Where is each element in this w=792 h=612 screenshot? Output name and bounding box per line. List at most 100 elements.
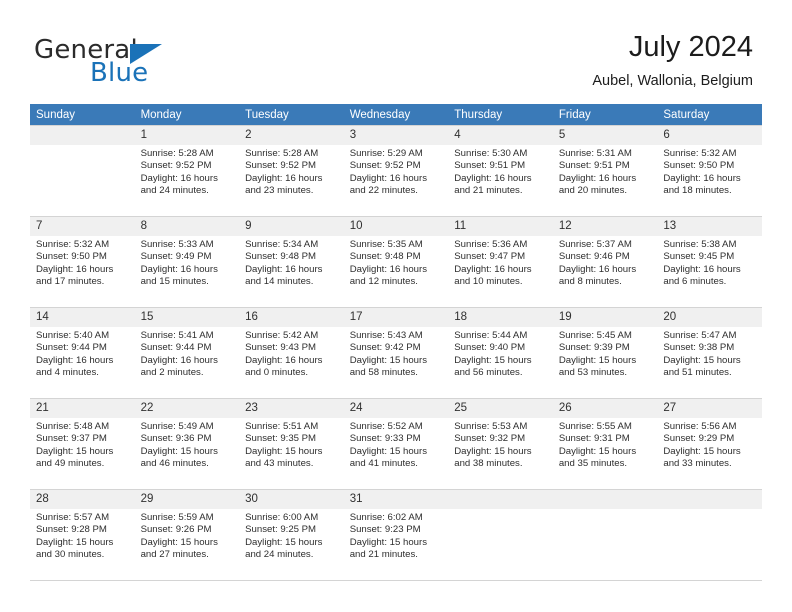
daylight-text-line2: and 58 minutes. [349, 367, 418, 379]
day-cell[interactable]: Sunrise: 6:02 AM Sunset: 9:23 PM Dayligh… [344, 509, 449, 580]
sunrise-text: Sunrise: 5:43 AM [349, 330, 423, 341]
day-number: 18 [454, 311, 468, 323]
general-blue-logo[interactable]: General Blue [34, 35, 264, 93]
daylight-text-line1: Daylight: 16 hours [140, 263, 218, 275]
sunrise-text: Sunrise: 5:32 AM [663, 148, 737, 159]
day-cell[interactable]: Sunrise: 5:51 AM Sunset: 9:35 PM Dayligh… [239, 418, 344, 489]
sunset-text: Sunset: 9:49 PM [140, 251, 212, 263]
day-cell[interactable]: Sunrise: 5:59 AM Sunset: 9:26 PM Dayligh… [135, 509, 240, 580]
day-cell[interactable]: Sunrise: 5:56 AM Sunset: 9:29 PM Dayligh… [657, 418, 762, 489]
sunset-text: Sunset: 9:29 PM [663, 433, 735, 445]
weekday-header-tuesday: Tuesday [245, 109, 289, 121]
day-cell[interactable]: Sunrise: 5:38 AM Sunset: 9:45 PM Dayligh… [657, 236, 762, 307]
day-cell[interactable]: Sunrise: 5:48 AM Sunset: 9:37 PM Dayligh… [30, 418, 135, 489]
sunset-text: Sunset: 9:35 PM [245, 433, 317, 445]
day-cell[interactable] [30, 145, 135, 216]
weekday-header-row: Sunday Monday Tuesday Wednesday Thursday… [30, 104, 762, 126]
daylight-text-line2: and 15 minutes. [140, 276, 209, 288]
day-cell[interactable] [553, 509, 658, 580]
day-cell[interactable]: Sunrise: 5:53 AM Sunset: 9:32 PM Dayligh… [448, 418, 553, 489]
daylight-text-line2: and 12 minutes. [349, 276, 418, 288]
day-cell[interactable]: Sunrise: 5:32 AM Sunset: 9:50 PM Dayligh… [30, 236, 135, 307]
daylight-text-line1: Daylight: 15 hours [36, 445, 114, 457]
sunset-text: Sunset: 9:45 PM [663, 251, 735, 263]
day-number-row: 28 29 30 31 [30, 490, 762, 509]
daylight-text-line1: Daylight: 15 hours [558, 445, 637, 457]
daylight-text-line1: Daylight: 15 hours [663, 445, 741, 457]
day-cell[interactable]: Sunrise: 5:28 AM Sunset: 9:52 PM Dayligh… [135, 145, 240, 216]
sunrise-text: Sunrise: 5:28 AM [245, 148, 319, 159]
daylight-text-line1: Daylight: 15 hours [245, 445, 323, 457]
day-cell[interactable]: Sunrise: 5:55 AM Sunset: 9:31 PM Dayligh… [553, 418, 658, 489]
daylight-text-line1: Daylight: 16 hours [36, 263, 114, 275]
day-cell[interactable]: Sunrise: 5:52 AM Sunset: 9:33 PM Dayligh… [344, 418, 449, 489]
daylight-text-line2: and 33 minutes. [663, 458, 732, 470]
sunrise-text: Sunrise: 5:40 AM [36, 330, 110, 341]
day-number: 16 [245, 311, 258, 323]
day-number: 19 [558, 311, 572, 323]
day-cell[interactable]: Sunrise: 5:35 AM Sunset: 9:48 PM Dayligh… [344, 236, 449, 307]
daylight-text-line2: and 14 minutes. [245, 276, 314, 288]
daylight-text-line2: and 53 minutes. [558, 367, 628, 379]
sunset-text: Sunset: 9:26 PM [140, 524, 212, 536]
day-cell[interactable]: Sunrise: 5:36 AM Sunset: 9:47 PM Dayligh… [448, 236, 553, 307]
daylight-text-line2: and 8 minutes. [558, 276, 622, 288]
day-cell[interactable]: Sunrise: 5:43 AM Sunset: 9:42 PM Dayligh… [344, 327, 449, 398]
sunrise-text: Sunrise: 5:44 AM [454, 330, 528, 341]
daylight-text-line1: Daylight: 16 hours [245, 172, 323, 184]
day-number-row: 14 15 16 17 18 19 20 [30, 308, 762, 327]
day-cell[interactable]: Sunrise: 5:37 AM Sunset: 9:46 PM Dayligh… [553, 236, 658, 307]
daylight-text-line2: and 46 minutes. [140, 458, 209, 470]
day-number: 12 [558, 220, 572, 232]
day-cell[interactable] [448, 509, 553, 580]
day-cell[interactable]: Sunrise: 5:57 AM Sunset: 9:28 PM Dayligh… [30, 509, 135, 580]
sunset-text: Sunset: 9:37 PM [36, 433, 107, 445]
daylight-text-line2: and 6 minutes. [663, 276, 727, 288]
daylight-text-line1: Daylight: 15 hours [454, 445, 532, 457]
sunset-text: Sunset: 9:33 PM [349, 433, 421, 445]
day-cell[interactable]: Sunrise: 5:45 AM Sunset: 9:39 PM Dayligh… [553, 327, 658, 398]
day-cell[interactable]: Sunrise: 5:40 AM Sunset: 9:44 PM Dayligh… [30, 327, 135, 398]
day-cell[interactable]: Sunrise: 5:28 AM Sunset: 9:52 PM Dayligh… [239, 145, 344, 216]
sunset-text: Sunset: 9:48 PM [245, 251, 317, 263]
daylight-text-line2: and 24 minutes. [140, 185, 209, 197]
day-cell[interactable]: Sunrise: 5:32 AM Sunset: 9:50 PM Dayligh… [657, 145, 762, 216]
day-cell[interactable]: Sunrise: 5:49 AM Sunset: 9:36 PM Dayligh… [135, 418, 240, 489]
day-number-row: 7 8 9 10 11 12 13 [30, 217, 762, 236]
sunset-text: Sunset: 9:25 PM [245, 524, 317, 536]
page-title: July 2024 [628, 31, 753, 63]
sunset-text: Sunset: 9:44 PM [140, 342, 212, 354]
weekday-header-thursday: Thursday [454, 109, 503, 121]
day-info-row: Sunrise: 5:28 AM Sunset: 9:52 PM Dayligh… [30, 145, 762, 216]
day-cell[interactable]: Sunrise: 6:00 AM Sunset: 9:25 PM Dayligh… [239, 509, 344, 580]
sunset-text: Sunset: 9:28 PM [36, 524, 107, 536]
sunrise-text: Sunrise: 5:42 AM [245, 330, 319, 341]
day-info-row: Sunrise: 5:48 AM Sunset: 9:37 PM Dayligh… [30, 418, 762, 489]
day-cell[interactable]: Sunrise: 5:42 AM Sunset: 9:43 PM Dayligh… [239, 327, 344, 398]
daylight-text-line2: and 27 minutes. [140, 549, 209, 561]
calendar-week-row: 21 22 23 24 25 26 27 Sunrise: 5:48 AM Su… [30, 398, 762, 490]
day-number: 30 [245, 493, 258, 505]
sunset-text: Sunset: 9:51 PM [454, 160, 526, 172]
daylight-text-line1: Daylight: 16 hours [36, 354, 114, 366]
day-number: 2 [245, 129, 252, 141]
day-cell[interactable]: Sunrise: 5:47 AM Sunset: 9:38 PM Dayligh… [657, 327, 762, 398]
day-cell[interactable] [657, 509, 762, 580]
sunset-text: Sunset: 9:42 PM [349, 342, 421, 354]
day-number: 27 [663, 402, 677, 414]
day-cell[interactable]: Sunrise: 5:44 AM Sunset: 9:40 PM Dayligh… [448, 327, 553, 398]
day-number: 21 [36, 402, 49, 414]
day-number: 26 [558, 402, 572, 414]
day-cell[interactable]: Sunrise: 5:33 AM Sunset: 9:49 PM Dayligh… [135, 236, 240, 307]
sunrise-text: Sunrise: 5:49 AM [140, 421, 214, 432]
day-cell[interactable]: Sunrise: 5:30 AM Sunset: 9:51 PM Dayligh… [448, 145, 553, 216]
daylight-text-line1: Daylight: 15 hours [349, 445, 428, 457]
day-cell[interactable]: Sunrise: 5:34 AM Sunset: 9:48 PM Dayligh… [239, 236, 344, 307]
day-number: 22 [140, 402, 154, 414]
day-number: 23 [245, 402, 258, 414]
daylight-text-line2: and 21 minutes. [349, 549, 418, 561]
day-cell[interactable]: Sunrise: 5:29 AM Sunset: 9:52 PM Dayligh… [344, 145, 449, 216]
day-number: 28 [36, 493, 49, 505]
day-cell[interactable]: Sunrise: 5:41 AM Sunset: 9:44 PM Dayligh… [135, 327, 240, 398]
day-cell[interactable]: Sunrise: 5:31 AM Sunset: 9:51 PM Dayligh… [553, 145, 658, 216]
